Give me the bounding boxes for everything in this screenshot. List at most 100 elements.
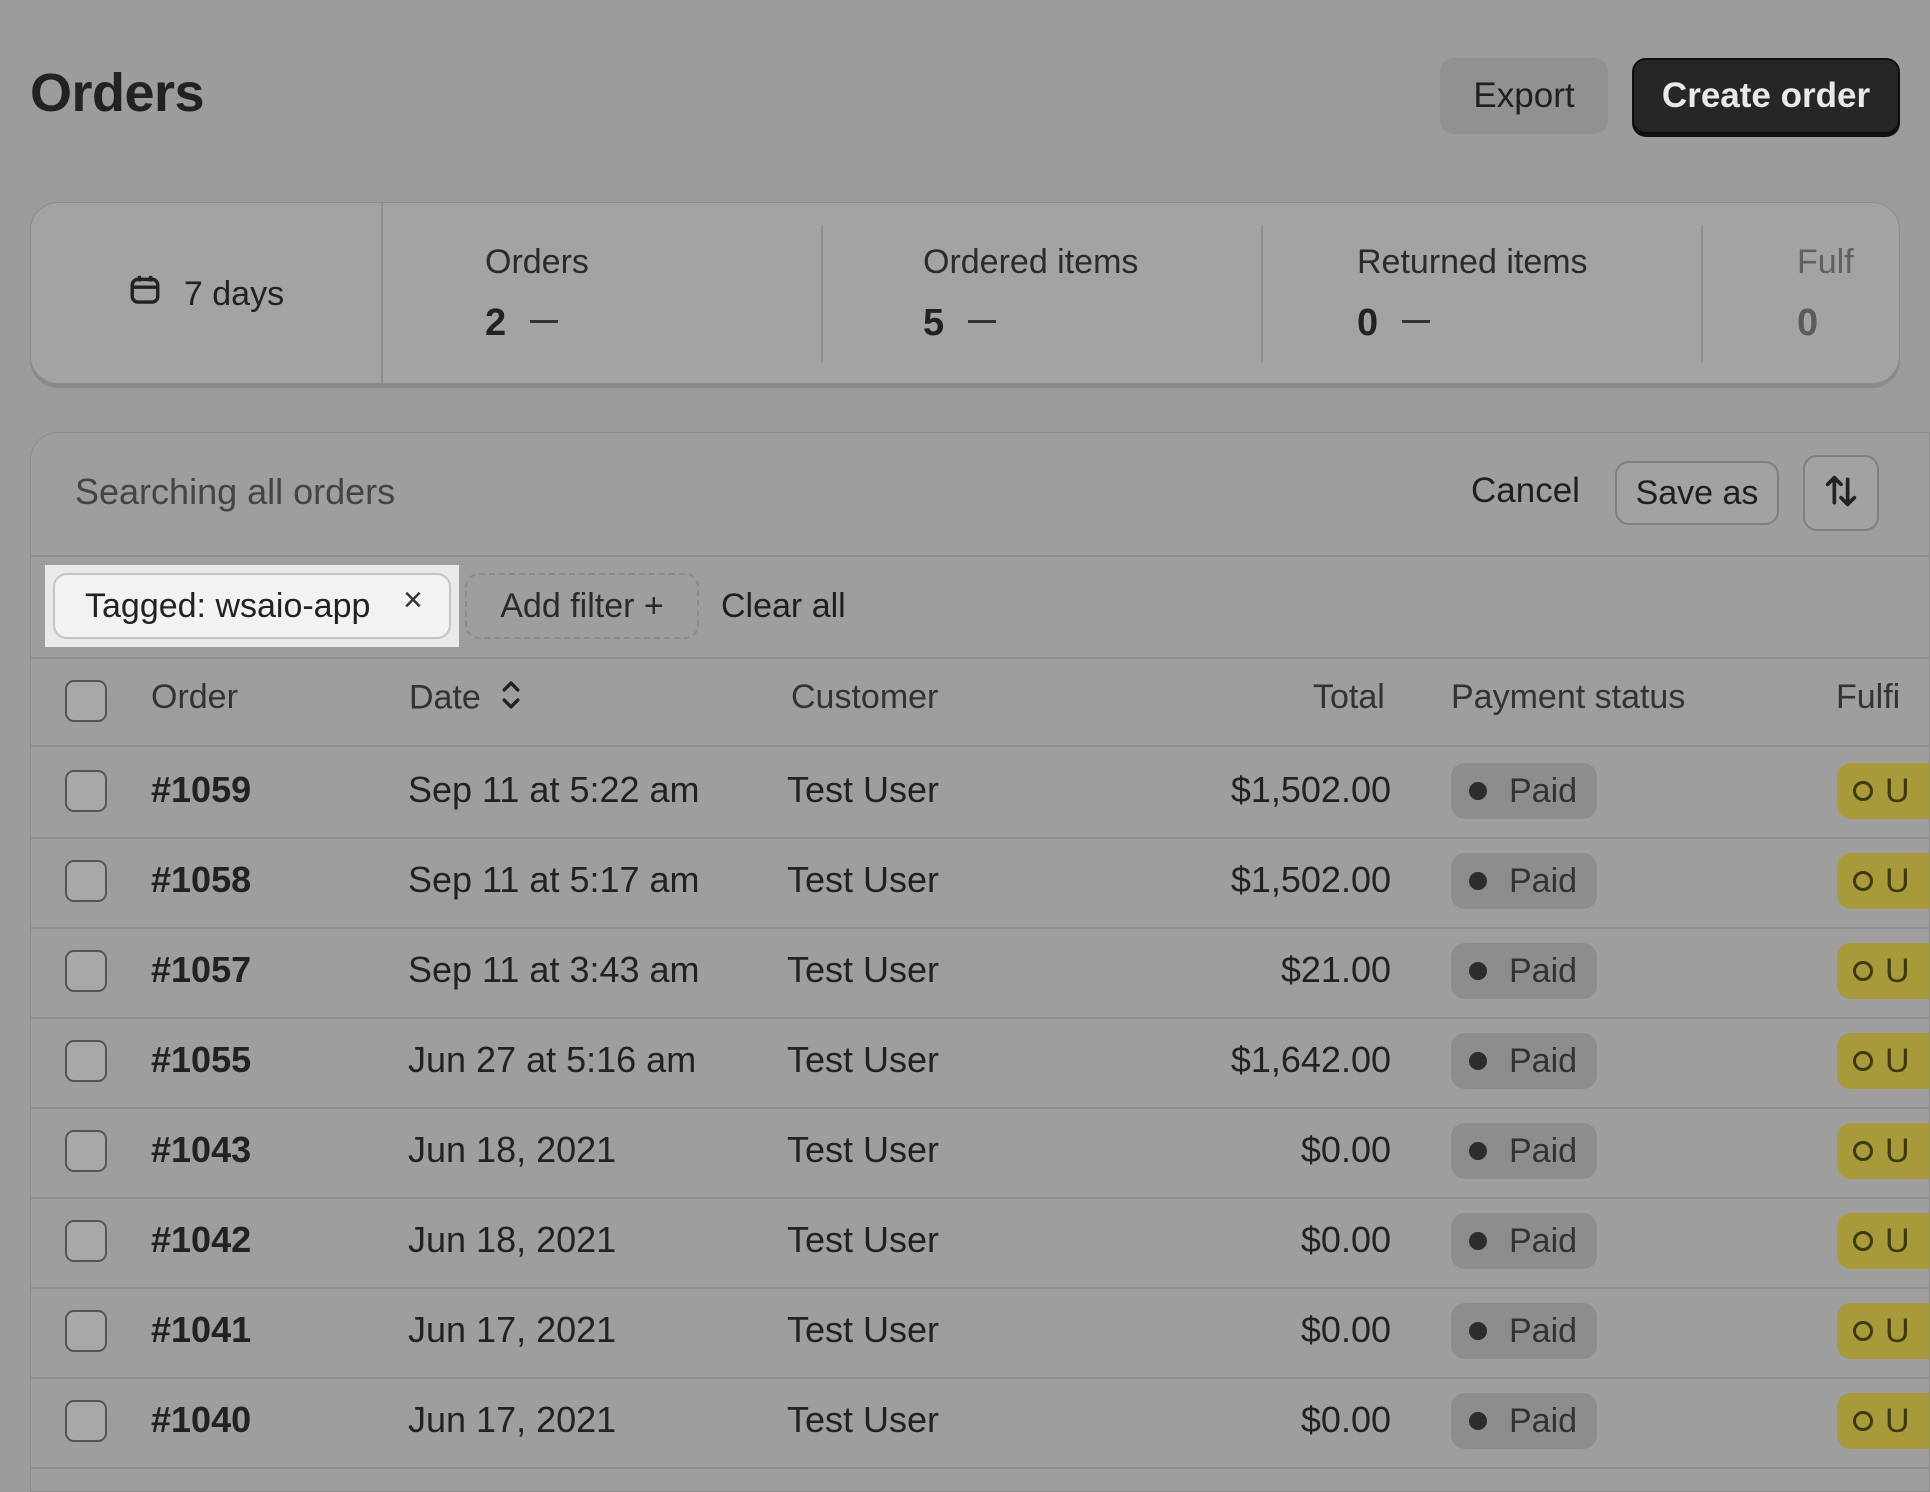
order-number[interactable]: #1059: [151, 769, 251, 811]
status-dot-icon: [1469, 1232, 1487, 1250]
fulfillment-status-badge: U: [1837, 943, 1929, 999]
payment-status-badge: Paid: [1451, 1033, 1597, 1089]
order-total: $0.00: [1300, 1219, 1391, 1260]
order-number[interactable]: #1058: [151, 859, 251, 901]
fulfillment-status-label: U: [1885, 1311, 1910, 1350]
orders-table-card: Searching all orders Cancel Save as Tagg…: [30, 432, 1930, 1492]
order-total: $0.00: [1300, 1309, 1391, 1350]
order-date: Sep 11 at 5:17 am: [408, 859, 700, 900]
order-total: $21.00: [1280, 949, 1391, 990]
fulfillment-status-label: U: [1885, 1401, 1910, 1440]
fulfillment-status-label: U: [1885, 1041, 1910, 1080]
order-number[interactable]: #1042: [151, 1219, 251, 1261]
table-row[interactable]: #1043 Jun 18, 2021 Test User $0.00 Paid …: [31, 1107, 1929, 1199]
order-total: $1,502.00: [1230, 769, 1391, 810]
payment-status-label: Paid: [1509, 1131, 1578, 1170]
sort-button[interactable]: [1803, 455, 1879, 531]
table-row[interactable]: #1042 Jun 18, 2021 Test User $0.00 Paid …: [31, 1197, 1929, 1289]
column-header-payment-status[interactable]: Payment status: [1451, 678, 1685, 717]
table-row[interactable]: #1041 Jun 17, 2021 Test User $0.00 Paid …: [31, 1287, 1929, 1379]
row-checkbox[interactable]: [65, 950, 107, 992]
divider: [821, 225, 823, 363]
status-dot-icon: [1469, 782, 1487, 800]
payment-status-badge: Paid: [1451, 1123, 1597, 1179]
order-total: $0.00: [1300, 1129, 1391, 1170]
add-filter-button[interactable]: Add filter +: [465, 573, 699, 639]
status-dot-icon: [1469, 1142, 1487, 1160]
filter-row: Tagged: wsaio-app × Add filter + Clear a…: [31, 557, 1929, 659]
close-icon[interactable]: ×: [403, 581, 423, 620]
clear-all-button[interactable]: Clear all: [721, 587, 846, 626]
order-number[interactable]: #1041: [151, 1309, 251, 1351]
order-total: $0.00: [1300, 1399, 1391, 1440]
row-checkbox[interactable]: [65, 1040, 107, 1082]
payment-status-badge: Paid: [1451, 1393, 1597, 1449]
create-order-button[interactable]: Create order: [1632, 58, 1900, 134]
fulfillment-status-label: U: [1885, 771, 1910, 810]
row-checkbox[interactable]: [65, 770, 107, 812]
fulfillment-status-label: U: [1885, 861, 1910, 900]
row-checkbox[interactable]: [65, 860, 107, 902]
fulfillment-status-badge: U: [1837, 1393, 1929, 1449]
order-number[interactable]: #1055: [151, 1039, 251, 1081]
table-row[interactable]: #1057 Sep 11 at 3:43 am Test User $21.00…: [31, 927, 1929, 1019]
stat-value: 0: [1357, 302, 1379, 344]
trend-dash-icon: [1402, 320, 1431, 324]
table-row[interactable]: #1055 Jun 27 at 5:16 am Test User $1,642…: [31, 1017, 1929, 1109]
payment-status-label: Paid: [1509, 951, 1578, 990]
stats-card: 7 days Orders 2 Ordered items 5 Returned…: [30, 202, 1900, 384]
export-button[interactable]: Export: [1440, 58, 1608, 134]
tag-filter-chip[interactable]: Tagged: wsaio-app: [53, 573, 451, 639]
save-as-button[interactable]: Save as: [1615, 461, 1779, 525]
customer-name: Test User: [787, 949, 940, 990]
row-checkbox[interactable]: [65, 1400, 107, 1442]
order-number[interactable]: #1040: [151, 1399, 251, 1441]
payment-status-label: Paid: [1509, 861, 1578, 900]
table-row[interactable]: #1058 Sep 11 at 5:17 am Test User $1,502…: [31, 837, 1929, 929]
column-header-date[interactable]: Date: [409, 678, 522, 721]
stat-ordered-items[interactable]: Ordered items 5: [829, 203, 1269, 383]
period-selector[interactable]: 7 days: [31, 203, 383, 383]
circle-icon: [1853, 1411, 1873, 1431]
circle-icon: [1853, 961, 1873, 981]
column-header-order[interactable]: Order: [151, 678, 238, 717]
stat-fulfilled[interactable]: Fulf 0: [1709, 203, 1899, 383]
sort-icon: [1821, 471, 1861, 516]
payment-status-label: Paid: [1509, 1311, 1578, 1350]
order-date: Jun 17, 2021: [408, 1399, 617, 1440]
order-date: Jun 27 at 5:16 am: [408, 1039, 697, 1080]
search-input[interactable]: Searching all orders: [75, 471, 395, 513]
column-header-fulfillment[interactable]: Fulfi: [1836, 678, 1900, 717]
row-checkbox[interactable]: [65, 1220, 107, 1262]
payment-status-badge: Paid: [1451, 1303, 1597, 1359]
row-checkbox[interactable]: [65, 1310, 107, 1352]
select-all-checkbox[interactable]: [65, 680, 107, 722]
stat-value: 5: [923, 302, 945, 344]
fulfillment-status-badge: U: [1837, 853, 1929, 909]
stat-label: Ordered items: [923, 243, 1139, 281]
payment-status-label: Paid: [1509, 1221, 1578, 1260]
divider: [1701, 225, 1703, 363]
fulfillment-status-badge: U: [1837, 1213, 1929, 1269]
row-checkbox[interactable]: [65, 1130, 107, 1172]
circle-icon: [1853, 781, 1873, 801]
table-row[interactable]: #1040 Jun 17, 2021 Test User $0.00 Paid …: [31, 1377, 1929, 1469]
stat-orders[interactable]: Orders 2: [381, 203, 829, 383]
cancel-button[interactable]: Cancel: [1471, 471, 1580, 511]
column-header-customer[interactable]: Customer: [791, 678, 938, 717]
table-row[interactable]: #1059 Sep 11 at 5:22 am Test User $1,502…: [31, 747, 1929, 839]
fulfillment-status-label: U: [1885, 1221, 1910, 1260]
order-number[interactable]: #1057: [151, 949, 251, 991]
fulfillment-status-badge: U: [1837, 1303, 1929, 1359]
stat-value: 0: [1797, 302, 1819, 344]
order-number[interactable]: #1043: [151, 1129, 251, 1171]
fulfillment-status-badge: U: [1837, 763, 1929, 819]
status-dot-icon: [1469, 1322, 1487, 1340]
stat-returned-items[interactable]: Returned items 0: [1269, 203, 1709, 383]
column-header-total[interactable]: Total: [1313, 678, 1385, 717]
payment-status-badge: Paid: [1451, 763, 1597, 819]
customer-name: Test User: [787, 859, 940, 900]
chevron-up-down-icon: [500, 678, 522, 721]
divider: [1261, 225, 1263, 363]
order-date: Sep 11 at 5:22 am: [408, 769, 700, 810]
